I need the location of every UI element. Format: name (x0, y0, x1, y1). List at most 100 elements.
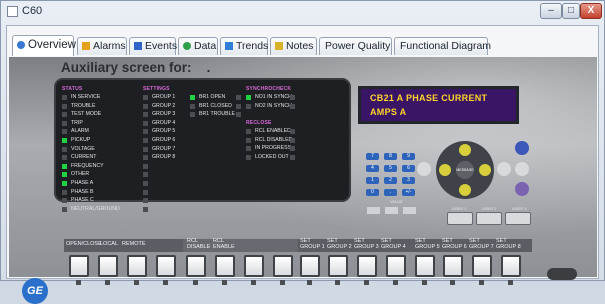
keypad-key[interactable]: 3 (402, 177, 415, 184)
value-down-button[interactable] (403, 207, 416, 214)
programmable-pushbutton[interactable] (98, 255, 118, 277)
led-indicator (143, 172, 148, 178)
programmable-pushbutton[interactable] (472, 255, 492, 277)
programmable-pushbutton[interactable] (273, 255, 293, 277)
settings-led-label: GROUP 6 (152, 136, 176, 143)
programmable-pushbutton[interactable] (186, 255, 206, 277)
programmable-pushbutton[interactable] (69, 255, 89, 277)
enter-button[interactable] (497, 162, 511, 176)
tab-overview[interactable]: Overview (12, 35, 76, 56)
escape-button[interactable] (417, 162, 431, 176)
led-indicator (246, 146, 251, 152)
settings-led-label: GROUP 3 (152, 111, 176, 118)
pushbutton-label: SET GROUP 4 (381, 238, 406, 250)
programmable-pushbutton[interactable] (127, 255, 147, 277)
status-led-row: NEUTRAL/GROUND (62, 206, 152, 215)
keypad-key[interactable]: 4 (366, 165, 379, 172)
status-led-row: ALARM (62, 128, 152, 137)
led-indicator (62, 172, 67, 178)
led-indicator (290, 129, 295, 135)
led-indicator (62, 103, 67, 109)
up-arrow-button[interactable] (459, 144, 471, 156)
tab-functional-diagram[interactable]: Functional Diagram (394, 37, 491, 55)
status-led-row: TROUBLE (62, 103, 152, 112)
value-up-button[interactable] (385, 207, 398, 214)
led-indicator (62, 112, 67, 118)
led-indicator (62, 129, 67, 135)
tab-notes[interactable]: Notes (270, 37, 317, 55)
led-indicator (246, 137, 251, 143)
keypad-key[interactable]: 7 (366, 153, 379, 160)
led-indicator (290, 103, 295, 109)
programmable-pushbutton[interactable] (215, 255, 235, 277)
settings-led-label: GROUP 1 (152, 94, 176, 100)
value-button-left[interactable] (367, 207, 380, 214)
reset-button[interactable] (515, 182, 529, 196)
settings-led-row: GROUP 7 (143, 146, 188, 155)
app-icon (7, 6, 18, 17)
keypad-key[interactable]: 0 (366, 189, 379, 196)
keypad-key[interactable]: 6 (402, 165, 415, 172)
tab-alarms[interactable]: Alarms (77, 37, 127, 55)
tab-label: Data (194, 40, 217, 52)
led-indicator (62, 146, 67, 152)
keypad-key[interactable]: 1 (366, 177, 379, 184)
keypad-key[interactable]: 5 (384, 165, 397, 172)
tab-power-quality[interactable]: Power Quality (319, 37, 392, 55)
breaker-led-row: BR1 TROUBLE (190, 111, 245, 120)
programmable-pushbutton[interactable] (156, 255, 176, 277)
programmable-pushbutton[interactable] (357, 255, 377, 277)
status-led-row: PICKUP (62, 137, 152, 146)
programmable-pushbutton[interactable] (328, 255, 348, 277)
keypad-key[interactable]: 8 (384, 153, 397, 160)
led-indicator (246, 103, 251, 109)
user-2-button[interactable] (476, 212, 502, 225)
programmable-pushbutton[interactable] (415, 255, 435, 277)
keypad-key[interactable]: +/- (402, 189, 415, 196)
user-1-button[interactable] (447, 212, 473, 225)
right-arrow-button[interactable] (479, 164, 491, 176)
led-indicator (62, 163, 67, 169)
led-indicator (190, 95, 195, 100)
synchrocheck-header: SYNCHROCHECK (246, 86, 292, 92)
breaker-led-row: BR1 CLOSED (190, 103, 245, 112)
message-button[interactable]: MESSAGE (456, 161, 474, 179)
close-button[interactable]: X (580, 3, 602, 19)
down-arrow-button[interactable] (459, 184, 471, 196)
tab-data[interactable]: Data (178, 37, 218, 55)
tab-label: Trends (236, 40, 269, 52)
user-2-label: USER 2 (482, 206, 497, 211)
ge-logo: GE (22, 278, 48, 304)
synchrocheck-led-label: NO1 IN SYNCH (255, 94, 292, 100)
settings-led-row: GROUP 5 (143, 128, 188, 137)
keypad-key[interactable]: . (384, 189, 397, 196)
minimize-button[interactable]: – (540, 3, 562, 19)
keypad-key[interactable]: 2 (384, 177, 397, 184)
led-indicator (236, 112, 241, 118)
status-led-label: TRIP (71, 119, 83, 126)
status-led-label: CURRENT (71, 154, 97, 161)
programmable-pushbutton[interactable] (386, 255, 406, 277)
programmable-pushbutton[interactable] (300, 255, 320, 277)
tab-trends[interactable]: Trends (220, 37, 268, 55)
status-led-row: TEST MODE (62, 111, 152, 120)
settings-led-label: GROUP 2 (152, 102, 176, 109)
led-indicator (290, 95, 295, 100)
programmable-pushbutton[interactable] (244, 255, 264, 277)
status-column: STATUS IN SERVICE TROUBLE TEST MODE TRIP ALA… (62, 86, 152, 214)
settings-led-label: GROUP 7 (152, 145, 176, 152)
programmable-pushbutton[interactable] (443, 255, 463, 277)
menu-button[interactable] (515, 141, 529, 155)
help-button[interactable] (515, 162, 529, 176)
left-arrow-button[interactable] (439, 164, 451, 176)
overview-icon (17, 41, 25, 49)
client-area: Overview Alarms Events Data Trends Notes… (6, 25, 599, 304)
tab-events[interactable]: Events (129, 37, 177, 55)
settings-led-row: GROUP 1 (143, 94, 188, 103)
user-3-button[interactable] (505, 212, 531, 225)
maximize-button[interactable]: □ (562, 3, 580, 19)
keypad-key[interactable]: 9 (402, 153, 415, 160)
settings-column: SETTINGS GROUP 1 GROUP 2 GROUP 3 GROUP 4 GRO… (143, 86, 188, 163)
programmable-pushbutton[interactable] (501, 255, 521, 277)
lcd-line-2: AMPS A (370, 107, 407, 117)
